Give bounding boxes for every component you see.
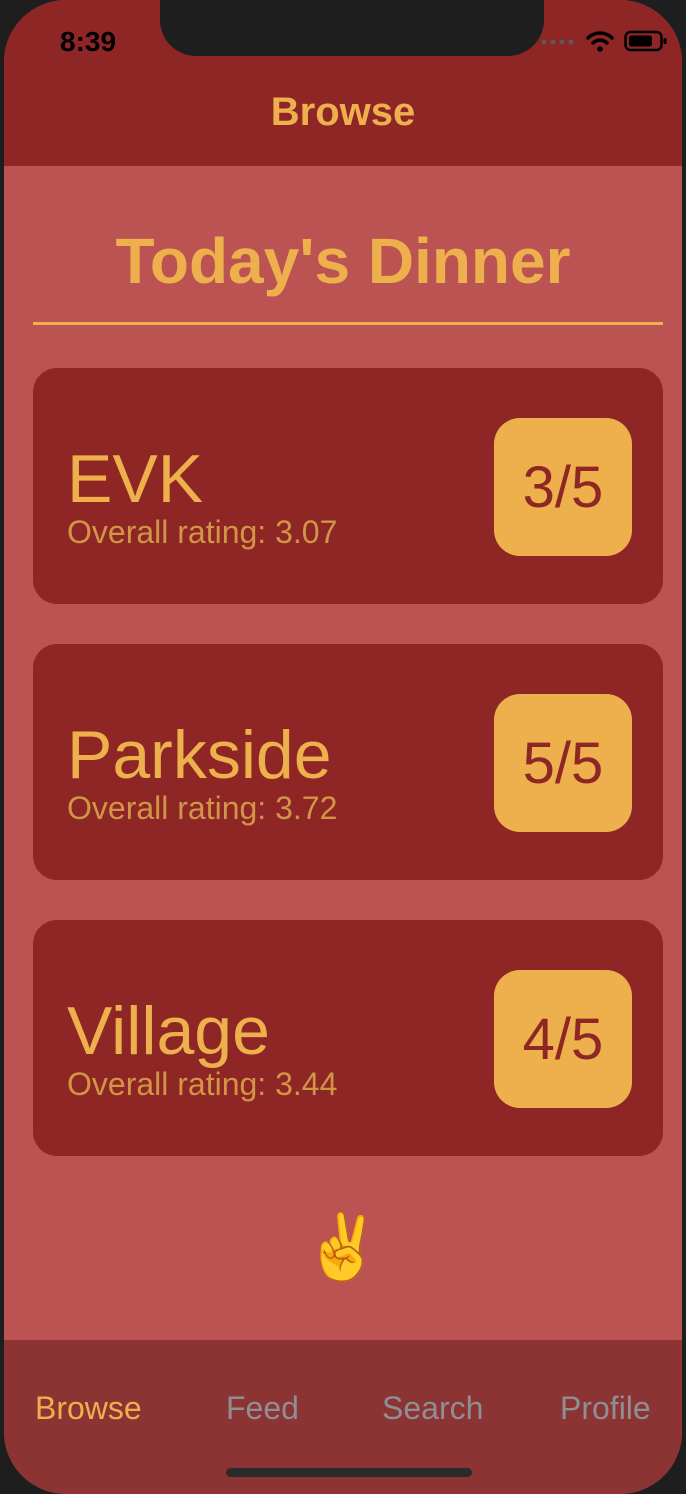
signal-icon: [541, 39, 574, 45]
dining-hall-card-parkside[interactable]: Parkside Overall rating: 3.72 5/5: [33, 644, 663, 880]
status-time: 8:39: [60, 26, 117, 57]
dining-hall-name: EVK: [67, 441, 204, 517]
tab-browse[interactable]: Browse: [35, 1390, 142, 1427]
tab-feed[interactable]: Feed: [226, 1390, 299, 1427]
score-badge: 5/5: [494, 694, 632, 832]
dinner-content: Today's Dinner EVK Overall rating: 3.07 …: [4, 166, 682, 1340]
dining-hall-card-village[interactable]: Village Overall rating: 3.44 4/5: [33, 920, 663, 1156]
overall-rating: Overall rating: 3.07: [67, 514, 338, 550]
tab-bar: Browse Feed Search Profile: [4, 1340, 682, 1494]
nav-title: Browse: [270, 90, 416, 134]
battery-icon: [624, 30, 667, 52]
score-badge: 3/5: [494, 418, 632, 556]
status-indicators: [540, 30, 668, 52]
overall-rating: Overall rating: 3.44: [67, 1066, 338, 1102]
score-badge: 4/5: [494, 970, 632, 1108]
phone-screen: Browse 8:39 Today's Dinner EVK Overall r…: [4, 0, 682, 1494]
wifi-icon: [586, 31, 614, 52]
section-title: Today's Dinner: [115, 225, 571, 297]
device-notch: [160, 0, 544, 56]
victory-hand-emoji: ✌️: [303, 1211, 383, 1283]
dining-hall-name: Village: [67, 993, 270, 1069]
home-indicator[interactable]: [226, 1468, 472, 1477]
title-divider: [33, 322, 663, 325]
overall-rating: Overall rating: 3.72: [67, 790, 338, 826]
tab-profile[interactable]: Profile: [560, 1390, 651, 1427]
dining-hall-card-evk[interactable]: EVK Overall rating: 3.07 3/5: [33, 368, 663, 604]
tab-search[interactable]: Search: [382, 1390, 483, 1427]
dining-hall-name: Parkside: [67, 717, 332, 793]
